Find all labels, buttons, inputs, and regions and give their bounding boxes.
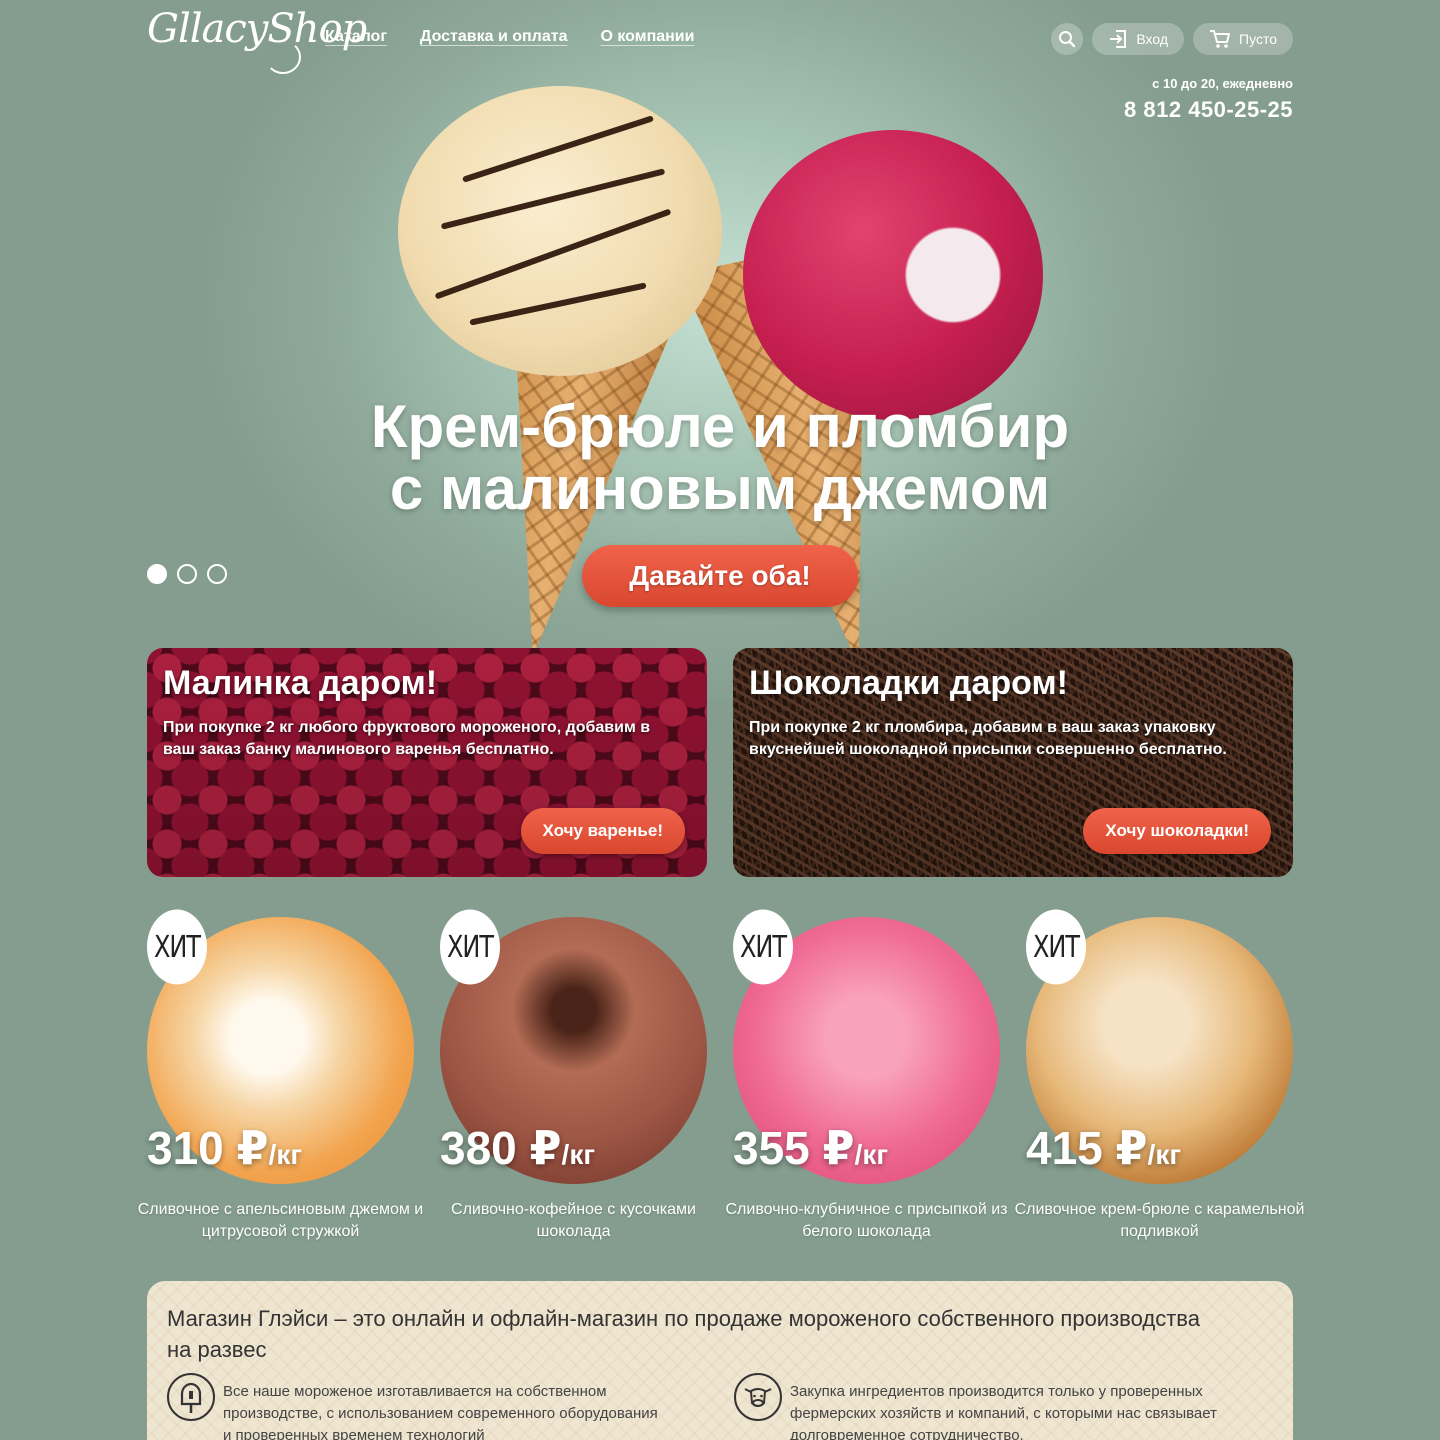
about-title: Магазин Глэйси – это онлайн и офлайн-маг… xyxy=(167,1306,1200,1362)
promo-text: При покупке 2 кг пломбира, добавим в ваш… xyxy=(749,719,1227,758)
promo-title: Шоколадки даром! xyxy=(749,664,1068,702)
nav-catalog[interactable]: Каталог xyxy=(325,28,387,46)
promo-card-chocolate: Шоколадки даром! При покупке 2 кг пломби… xyxy=(733,648,1293,877)
promo-title: Малинка даром! xyxy=(163,664,438,702)
logo-swirl xyxy=(265,40,301,74)
hero-cta-button[interactable]: Давайте оба! xyxy=(582,545,858,607)
product-name[interactable]: Сливочное с апельсиновым джемом и цитрус… xyxy=(127,1199,434,1243)
slider-dot-2[interactable] xyxy=(177,564,197,584)
product-price: 310 ₽/кг xyxy=(147,1122,303,1174)
product-name[interactable]: Сливочно-кофейное с кусочками шоколада xyxy=(420,1199,727,1243)
hit-badge: ХИТ xyxy=(147,909,207,985)
main-nav: Каталог Доставка и оплата О компании xyxy=(325,28,694,46)
hero-title-line2: с малиновым джемом xyxy=(389,455,1051,522)
nav-delivery[interactable]: Доставка и оплата xyxy=(420,28,568,46)
promo-button-chocolate[interactable]: Хочу шоколадки! xyxy=(1083,808,1271,854)
slider-dots xyxy=(147,564,227,584)
cow-icon xyxy=(734,1373,782,1421)
about-section: Магазин Глэйси – это онлайн и офлайн-маг… xyxy=(147,1281,1293,1440)
phone-number[interactable]: 8 812 450-25-25 xyxy=(1124,97,1293,123)
feature-own-production: Все наше мороженое изготавливается на со… xyxy=(167,1373,667,1440)
search-button[interactable] xyxy=(1051,23,1084,55)
feature-farm-ingredients: Закупка ингредиентов производится только… xyxy=(734,1373,1234,1440)
promo-card-raspberry: Малинка даром! При покупке 2 кг любого ф… xyxy=(147,648,707,877)
raspberry-scoop xyxy=(743,130,1043,420)
login-label: Вход xyxy=(1136,31,1169,47)
login-button[interactable]: Вход xyxy=(1092,23,1185,55)
nav-about[interactable]: О компании xyxy=(600,28,694,46)
product-price: 355 ₽/кг xyxy=(733,1122,889,1174)
product-price: 380 ₽/кг xyxy=(440,1122,596,1174)
search-icon xyxy=(1059,31,1076,48)
working-hours: с 10 до 20, ежедневно xyxy=(1152,76,1293,91)
hit-badge: ХИТ xyxy=(733,909,793,985)
slider-dot-1[interactable] xyxy=(147,564,167,584)
header-actions: Вход Пусто xyxy=(1051,23,1293,55)
login-icon xyxy=(1110,30,1127,48)
hit-badge: ХИТ xyxy=(440,909,500,985)
feature-text: Закупка ингредиентов производится только… xyxy=(790,1383,1217,1440)
slider-dot-3[interactable] xyxy=(207,564,227,584)
promo-text: При покупке 2 кг любого фруктового морож… xyxy=(163,719,651,758)
cart-icon xyxy=(1210,30,1231,48)
feature-text: Все наше мороженое изготавливается на со… xyxy=(223,1383,658,1440)
popsicle-icon xyxy=(167,1373,215,1421)
promo-button-jam[interactable]: Хочу варенье! xyxy=(520,808,685,854)
product-name[interactable]: Сливочно-клубничное с присыпкой из белог… xyxy=(713,1199,1020,1243)
cart-button[interactable]: Пусто xyxy=(1193,23,1293,55)
cart-label: Пусто xyxy=(1239,31,1277,47)
hero-title: Крем-брюле и пломбир с малиновым джемом xyxy=(0,396,1440,520)
hit-badge: ХИТ xyxy=(1026,909,1086,985)
creme-brulee-scoop xyxy=(398,86,722,376)
product-name[interactable]: Сливочное крем-брюле с карамельной подли… xyxy=(1006,1199,1313,1243)
hero-title-line1: Крем-брюле и пломбир xyxy=(370,393,1070,460)
product-price: 415 ₽/кг xyxy=(1026,1122,1182,1174)
